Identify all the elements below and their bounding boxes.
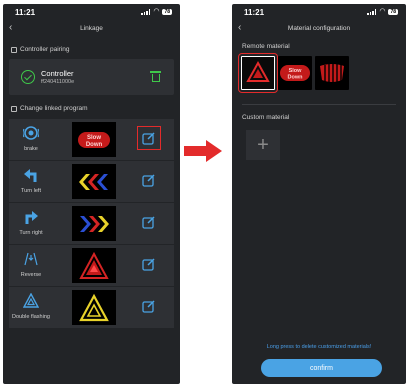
program-thumbnail[interactable]	[72, 290, 116, 325]
controller-pairing-label: Controller pairing	[3, 46, 78, 53]
program-label: Double flashing	[12, 314, 50, 320]
program-label: brake	[24, 146, 38, 152]
controller-name: Controller	[41, 69, 74, 78]
page-title: Linkage	[80, 24, 103, 32]
nav-bar: ‹ Linkage	[3, 20, 180, 36]
signal-icon	[367, 9, 377, 15]
edit-button[interactable]	[142, 257, 156, 271]
controller-info: Controller ff240411000e	[41, 69, 74, 85]
program-thumbnail[interactable]: Slow Down	[72, 122, 116, 157]
status-bar: 11:21 ◠ 78	[3, 4, 180, 20]
program-row-turn-right: Turn right	[9, 203, 174, 244]
tile-down-text: Down	[288, 75, 304, 81]
status-time: 11:21	[15, 7, 36, 17]
controller-card[interactable]: Controller ff240411000e	[9, 59, 174, 95]
program-thumbnail[interactable]	[72, 206, 116, 241]
edit-button[interactable]	[142, 173, 156, 187]
tile-slow-text: Slow	[289, 68, 303, 74]
linkage-screen: 11:21 ◠ 78 ‹ Linkage Controller pairing …	[3, 4, 180, 384]
battery-icon: 78	[162, 9, 172, 15]
signal-icon	[141, 9, 151, 15]
back-button[interactable]: ‹	[9, 21, 12, 35]
change-program-label: Change linked program	[3, 105, 96, 112]
program-label: Turn left	[21, 188, 41, 194]
plus-icon: +	[257, 134, 269, 156]
material-tile-slow-down[interactable]: Slow Down	[278, 56, 312, 90]
controller-id: ff240411000e	[41, 79, 75, 85]
divider	[242, 104, 396, 105]
program-thumbnail[interactable]	[72, 248, 116, 283]
material-tile-stripes[interactable]	[315, 56, 349, 90]
svg-text:Slow: Slow	[87, 135, 101, 141]
confirm-button[interactable]: confirm	[261, 359, 382, 377]
screenshot-scene: 11:21 ◠ 78 ‹ Linkage Controller pairing …	[0, 0, 411, 388]
reverse-icon	[23, 251, 39, 267]
system-icons: ◠ 78	[141, 8, 172, 15]
trash-icon[interactable]	[150, 71, 161, 82]
arrow-right-icon	[23, 209, 39, 225]
program-list: brake Slow Down Turn left Turn right Rev…	[9, 119, 174, 329]
add-material-button[interactable]: +	[246, 130, 280, 160]
wifi-icon: ◠	[379, 8, 386, 15]
program-row-reverse: Reverse	[9, 245, 174, 286]
remote-material-label: Remote material	[242, 43, 290, 50]
wifi-icon: ◠	[153, 8, 160, 15]
system-icons: ◠ 78	[367, 8, 398, 15]
arrow-right-icon	[184, 140, 222, 162]
arrow-left-icon	[23, 167, 39, 183]
program-label: Turn right	[19, 230, 43, 236]
brake-icon	[23, 125, 39, 141]
edit-button[interactable]	[142, 299, 156, 313]
nav-bar: ‹ Material configuration	[232, 20, 406, 36]
custom-material-label: Custom material	[242, 114, 290, 121]
grid-icon	[11, 46, 17, 53]
material-tile-hazard[interactable]	[238, 53, 278, 93]
check-circle-icon	[21, 70, 35, 84]
edit-button[interactable]	[137, 126, 161, 150]
section-label-text: Controller pairing	[20, 46, 70, 53]
battery-icon: 78	[388, 9, 398, 15]
status-bar: 11:21 ◠ 78	[232, 4, 406, 20]
status-time: 11:21	[244, 7, 265, 17]
svg-text:Down: Down	[86, 142, 103, 148]
program-row-double-flashing: Double flashing	[9, 287, 174, 328]
edit-square-icon	[11, 105, 17, 112]
material-configuration-screen: 11:21 ◠ 78 ‹ Material configuration Remo…	[232, 4, 406, 384]
program-thumbnail[interactable]	[72, 164, 116, 199]
edit-button[interactable]	[142, 215, 156, 229]
program-label: Reverse	[20, 272, 42, 278]
delete-hint: Long press to delete customized material…	[266, 344, 372, 350]
back-button[interactable]: ‹	[238, 21, 241, 35]
program-row-brake: brake Slow Down	[9, 119, 174, 160]
program-row-turn-left: Turn left	[9, 161, 174, 202]
remote-material-list: Slow Down	[238, 53, 349, 93]
section-label-text: Change linked program	[20, 105, 88, 112]
page-title: Material configuration	[287, 24, 351, 32]
hazard-icon	[23, 293, 39, 309]
